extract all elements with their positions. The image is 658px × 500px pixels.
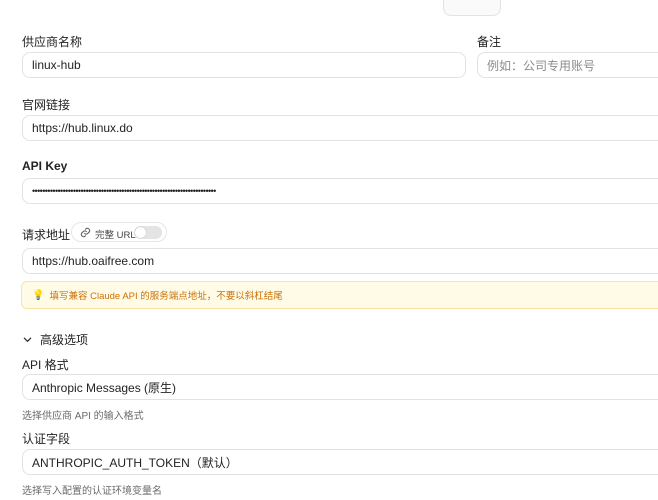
chevron-down-icon — [23, 337, 32, 342]
api-format-label: API 格式 — [22, 358, 69, 372]
top-button-partial[interactable] — [443, 0, 501, 16]
api-format-select[interactable]: Anthropic Messages (原生) — [22, 374, 658, 400]
advanced-options-label: 高级选项 — [40, 333, 89, 347]
auth-field-help: 选择写入配置的认证环境变量名 — [22, 486, 162, 497]
full-url-switch[interactable] — [134, 226, 162, 239]
website-input[interactable]: https://hub.linux.do — [22, 115, 658, 141]
api-format-help: 选择供应商 API 的输入格式 — [22, 411, 144, 422]
provider-name-value: linux-hub — [32, 58, 81, 72]
api-key-input[interactable]: ••••••••••••••••••••••••••••••••••••••••… — [22, 178, 658, 204]
auth-field-value: ANTHROPIC_AUTH_TOKEN（默认） — [32, 455, 238, 470]
provider-name-label: 供应商名称 — [22, 35, 83, 49]
provider-name-input[interactable]: linux-hub — [22, 52, 466, 78]
advanced-options-toggle[interactable]: 高级选项 — [22, 331, 88, 348]
request-url-value: https://hub.oaifree.com — [32, 254, 155, 268]
notes-label: 备注 — [477, 35, 502, 49]
lightbulb-icon: 💡 — [32, 289, 45, 301]
request-url-warning: 💡 填写兼容 Claude API 的服务端点地址，不要以斜杠结尾 — [21, 281, 658, 309]
link-icon — [80, 227, 91, 238]
api-format-value: Anthropic Messages (原生) — [32, 380, 177, 395]
request-url-warning-text: 填写兼容 Claude API 的服务端点地址，不要以斜杠结尾 — [49, 291, 283, 302]
api-key-label: API Key — [22, 159, 68, 173]
api-key-masked-value: ••••••••••••••••••••••••••••••••••••••••… — [32, 186, 216, 196]
website-label: 官网链接 — [22, 98, 71, 112]
full-url-switch-knob — [135, 227, 146, 238]
auth-field-label: 认证字段 — [22, 432, 71, 446]
notes-placeholder: 例如：公司专用账号 — [487, 58, 596, 73]
full-url-toggle-group: 完整 URL — [71, 222, 167, 242]
request-url-label: 请求地址 — [22, 228, 71, 242]
website-value: https://hub.linux.do — [32, 121, 133, 135]
full-url-label: 完整 URL — [95, 230, 136, 241]
auth-field-select[interactable]: ANTHROPIC_AUTH_TOKEN（默认） — [22, 449, 658, 475]
request-url-input[interactable]: https://hub.oaifree.com — [22, 248, 658, 274]
notes-input[interactable]: 例如：公司专用账号 — [477, 52, 658, 78]
